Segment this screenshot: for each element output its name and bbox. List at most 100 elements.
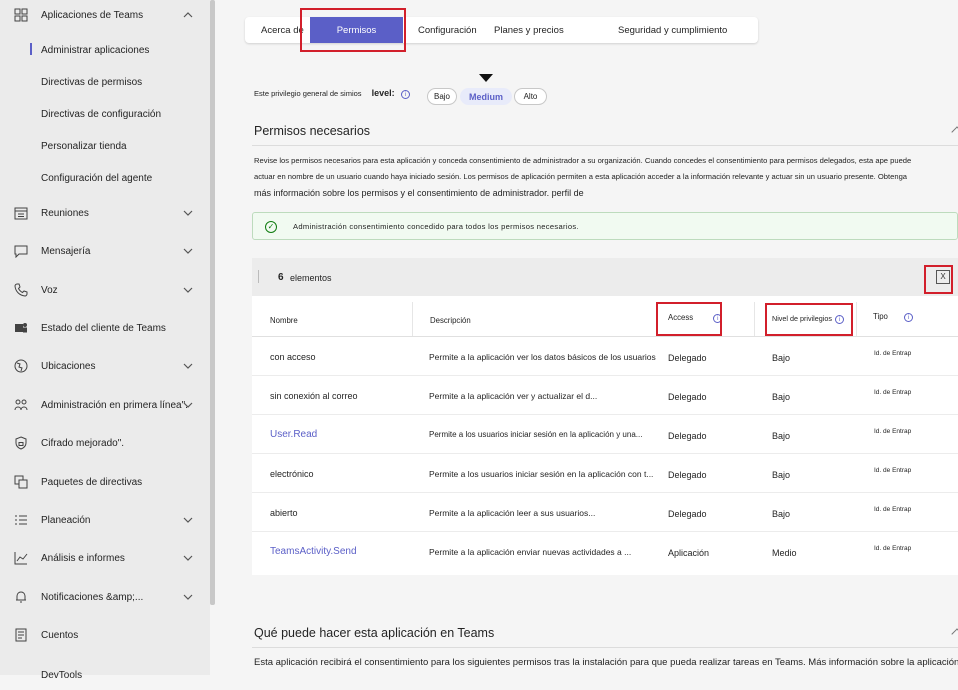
sidebar-item-label: Reuniones <box>41 207 89 219</box>
permissions-table: Nombre Descripción Access i Nivel de pri… <box>252 296 958 575</box>
sidebar-item-devtools[interactable]: DevTools <box>0 660 210 690</box>
permission-type: Id. de Entrap <box>874 467 912 474</box>
sidebar-item-label: Planeación <box>41 514 91 526</box>
sidebar-item-label: Ubicaciones <box>41 360 96 372</box>
permission-description: Permite a la aplicación ver y actualizar… <box>429 391 598 401</box>
level-option-medium[interactable]: Medium <box>460 88 512 105</box>
column-separator <box>412 302 413 336</box>
chevron-down-icon <box>183 363 193 369</box>
package-icon <box>14 475 28 489</box>
sidebar-item-locations[interactable]: Ubicaciones <box>0 351 210 381</box>
permissions-description: Revise los permisos necesarios para esta… <box>254 153 934 201</box>
sidebar-item-label: Estado del cliente de Teams <box>41 322 166 334</box>
permission-type: Id. de Entrap <box>874 389 912 396</box>
sidebar-item-meetings[interactable]: Reuniones <box>0 198 210 228</box>
table-row[interactable]: TeamsActivity.Send Permite a la aplicaci… <box>252 532 958 571</box>
sidebar-item-label: Voz <box>41 284 58 296</box>
permission-access: Delegado <box>668 392 748 402</box>
column-header-type[interactable]: Tipo i <box>873 312 914 322</box>
level-option-high[interactable]: Alto <box>514 88 547 105</box>
document-icon <box>14 628 28 642</box>
permission-level: Bajo <box>772 431 791 441</box>
chevron-down-icon <box>183 210 193 216</box>
divider <box>252 647 958 648</box>
teams-icon <box>14 321 28 335</box>
phone-icon <box>14 283 28 297</box>
permission-type: Id. de Entrap <box>874 428 912 435</box>
sidebar-item-setup-policies[interactable]: Directivas de configuración <box>41 109 161 120</box>
chevron-down-icon <box>183 517 193 523</box>
consent-banner: ✓ Administración consentimiento concedid… <box>252 212 958 240</box>
tab-plans-pricing[interactable]: Planes y precios <box>494 17 564 43</box>
table-row[interactable]: electrónico Permite a los usuarios inici… <box>252 454 958 493</box>
tab-settings[interactable]: Configuración <box>418 17 477 43</box>
nav-group-teams-apps[interactable]: Aplicaciones de Teams <box>0 0 210 30</box>
sidebar-item-analytics[interactable]: Análisis e informes <box>0 543 210 573</box>
sidebar-item-label: Cuentos <box>41 629 79 641</box>
chevron-down-icon <box>183 555 193 561</box>
permission-name-link[interactable]: TeamsActivity.Send <box>270 546 357 557</box>
chevron-down-icon <box>183 287 193 293</box>
info-icon[interactable]: i <box>904 313 914 322</box>
sidebar-item-planning[interactable]: Planeación <box>0 505 210 535</box>
tab-about[interactable]: Acerca de <box>261 17 304 43</box>
sidebar-item-notifications[interactable]: Notificaciones &amp;... <box>0 582 210 612</box>
tooltip-pointer-icon <box>479 74 493 82</box>
permission-level: Bajo <box>772 470 791 480</box>
highlight-box-export <box>924 265 953 294</box>
items-count-label: elementos <box>290 273 332 283</box>
checkmark-circle-icon: ✓ <box>265 221 277 233</box>
sidebar-item-frontline[interactable]: Administración en primera línea". <box>0 390 210 420</box>
chevron-up-icon <box>183 12 193 18</box>
permission-type: Id. de Entrap <box>874 506 912 513</box>
collapse-caret-icon[interactable] <box>951 628 958 640</box>
apps-grid-icon <box>14 8 28 22</box>
sidebar-item-permission-policies[interactable]: Directivas de permisos <box>41 77 142 88</box>
list-icon <box>14 513 28 527</box>
table-row[interactable]: User.Read Permite a los usuarios iniciar… <box>252 415 958 454</box>
sidebar: Aplicaciones de Teams Administrar aplica… <box>0 0 210 681</box>
table-row[interactable]: con acceso Permite a la aplicación ver l… <box>252 337 958 376</box>
consent-banner-text: Administración consentimiento concedido … <box>293 222 579 231</box>
column-separator <box>754 302 755 336</box>
privilege-level-label: level: <box>371 88 395 98</box>
selected-indicator <box>30 43 32 55</box>
main-content: Acerca de Permisos Configuración Planes … <box>215 0 958 675</box>
sidebar-item-customize-store[interactable]: Personalizar tienda <box>41 141 127 152</box>
permission-access: Delegado <box>668 470 748 480</box>
sidebar-item-enhanced-encryption[interactable]: Cifrado mejorado". <box>0 428 210 458</box>
sidebar-item-label: Mensajería <box>41 245 91 257</box>
level-option-low[interactable]: Bajo <box>427 88 457 105</box>
sidebar-item-label: Administración en primera línea". <box>41 399 188 411</box>
info-icon[interactable]: i <box>400 90 410 99</box>
column-header-name[interactable]: Nombre <box>270 316 298 325</box>
sidebar-item-policy-packages[interactable]: Paquetes de directivas <box>0 467 210 497</box>
collapse-caret-icon[interactable] <box>951 126 958 138</box>
privilege-row: Este privilegio general de simios level:… <box>254 88 410 99</box>
description-line-2: actuar en nombre de un usuario cuando ha… <box>254 172 908 181</box>
table-row[interactable]: sin conexión al correo Permite a la apli… <box>252 376 958 415</box>
permission-type: Id. de Entrap <box>874 545 912 552</box>
sidebar-item-label: Análisis e informes <box>41 552 125 564</box>
permission-name: abierto <box>270 508 298 518</box>
sidebar-item-accounts[interactable]: Cuentos <box>0 620 210 650</box>
permission-description: Permite a la aplicación leer a sus usuar… <box>429 508 596 518</box>
permission-description: Permite a la aplicación ver los datos bá… <box>429 352 656 362</box>
globe-icon <box>14 359 28 373</box>
chevron-down-icon <box>183 594 193 600</box>
sidebar-item-voice[interactable]: Voz <box>0 275 210 305</box>
column-header-type-label: Tipo <box>873 312 888 321</box>
permission-level: Bajo <box>772 392 791 402</box>
sidebar-item-agent-settings[interactable]: Configuración del agente <box>41 173 152 184</box>
divider <box>258 270 259 283</box>
sidebar-item-manage-apps[interactable]: Administrar aplicaciones <box>41 45 149 56</box>
column-header-description[interactable]: Descripción <box>430 316 471 325</box>
learn-more-link[interactable]: más información sobre los permisos y el … <box>254 185 934 201</box>
permission-name-link[interactable]: User.Read <box>270 429 317 440</box>
table-row[interactable]: abierto Permite a la aplicación leer a s… <box>252 493 958 532</box>
tab-security-compliance[interactable]: Seguridad y cumplimiento <box>618 17 727 43</box>
bell-icon <box>14 590 28 604</box>
permission-name: sin conexión al correo <box>270 391 358 401</box>
sidebar-item-teams-client-health[interactable]: Estado del cliente de Teams <box>0 313 210 343</box>
sidebar-item-messaging[interactable]: Mensajería <box>0 236 210 266</box>
